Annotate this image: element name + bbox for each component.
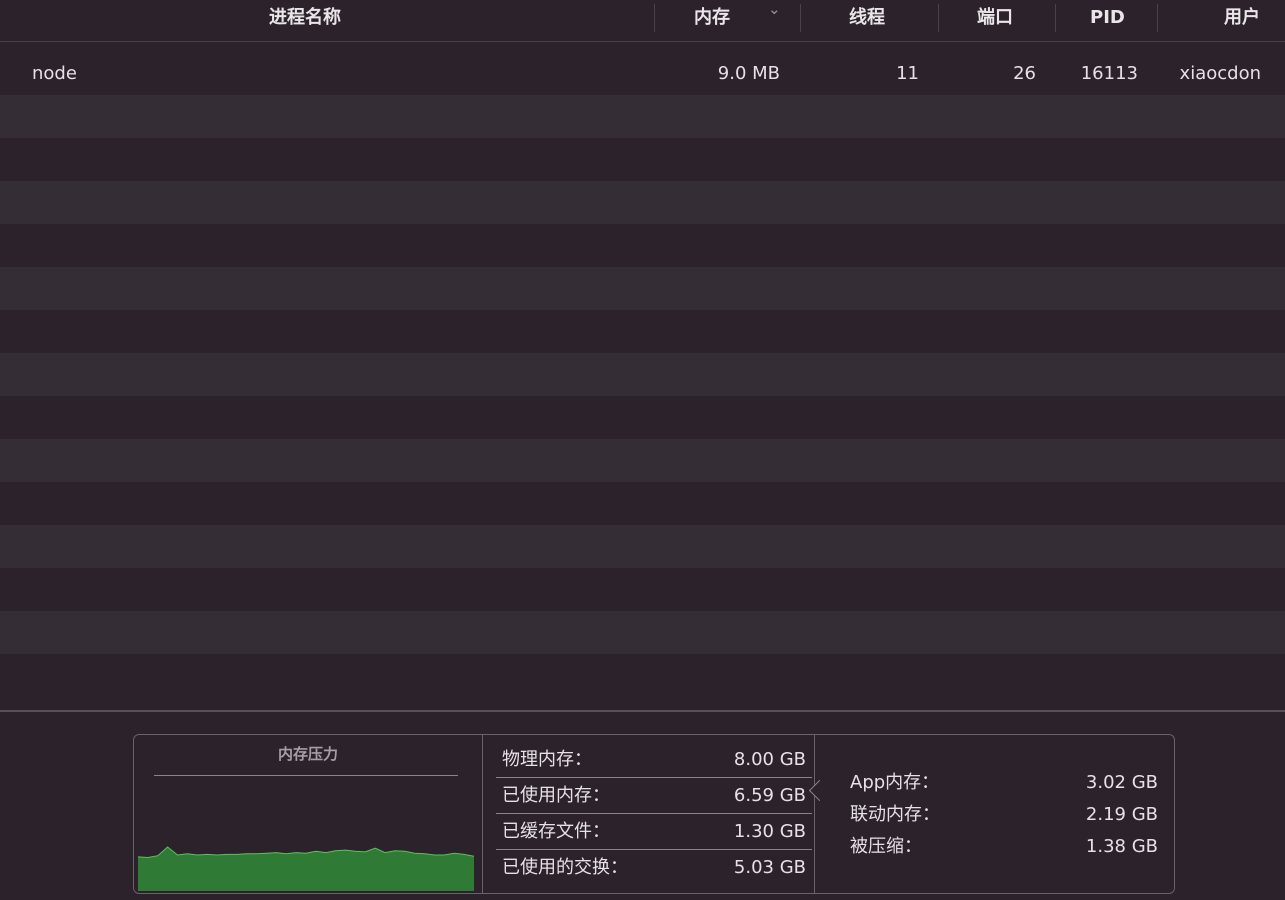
empty-row <box>0 138 1285 181</box>
memory-pressure-section: 内存压力 <box>134 735 483 893</box>
column-divider[interactable] <box>800 4 801 32</box>
column-divider[interactable] <box>1157 4 1158 32</box>
sort-descending-icon[interactable]: ⌄ <box>768 0 781 18</box>
stat-label: 联动内存： <box>850 804 940 825</box>
empty-row <box>0 310 1285 353</box>
pid-cell: 16113 <box>1080 63 1138 84</box>
column-header-pid[interactable]: PID <box>1090 0 1125 36</box>
column-divider[interactable] <box>654 4 655 32</box>
empty-row <box>0 568 1285 611</box>
column-header-threads[interactable]: 线程 <box>849 0 885 36</box>
column-divider[interactable] <box>1055 4 1056 32</box>
stat-value: 3.02 GB <box>1085 772 1158 793</box>
process-name-cell: node <box>32 63 77 84</box>
memory-cell: 9.0 MB <box>717 63 780 84</box>
empty-row <box>0 181 1285 224</box>
column-header-process-name[interactable]: 进程名称 <box>269 0 341 36</box>
empty-row <box>0 224 1285 267</box>
ports-cell: 26 <box>1013 63 1036 84</box>
empty-row <box>0 439 1285 482</box>
stat-swap-used: 已使用的交换： 5.03 GB <box>496 851 812 885</box>
stat-value: 1.30 GB <box>733 821 806 842</box>
stat-cached-files: 已缓存文件： 1.30 GB <box>496 815 812 850</box>
threads-cell: 11 <box>896 63 919 84</box>
stat-label: 已缓存文件： <box>502 821 610 842</box>
memory-pressure-rule <box>154 775 458 776</box>
stat-label: 已使用的交换： <box>502 857 628 878</box>
split-divider[interactable] <box>0 710 1285 712</box>
empty-row <box>0 611 1285 654</box>
stat-label: 被压缩： <box>850 836 922 857</box>
wired-memory-row: 联动内存： 2.19 GB <box>850 799 1158 831</box>
stat-value: 2.19 GB <box>1085 804 1158 825</box>
stat-label: App内存： <box>850 772 940 793</box>
empty-row <box>0 396 1285 439</box>
stat-label: 已使用内存： <box>502 785 610 806</box>
table-header: 进程名称 内存 ⌄ 线程 端口 PID 用户 <box>0 0 1285 42</box>
stat-used-memory: 已使用内存： 6.59 GB <box>496 779 812 814</box>
compressed-memory-row: 被压缩： 1.38 GB <box>850 831 1158 863</box>
table-row[interactable]: node 9.0 MB 11 26 16113 xiaocdon <box>0 52 1285 95</box>
process-table: node 9.0 MB 11 26 16113 xiaocdon <box>0 52 1285 702</box>
column-divider[interactable] <box>938 4 939 32</box>
stat-value: 6.59 GB <box>733 785 806 806</box>
stat-value: 1.38 GB <box>1085 836 1158 857</box>
column-header-memory[interactable]: 内存 <box>694 0 730 36</box>
stat-value: 8.00 GB <box>733 749 806 770</box>
memory-pressure-graph <box>138 846 474 891</box>
empty-row <box>0 95 1285 138</box>
app-memory-breakdown: App内存： 3.02 GB 联动内存： 2.19 GB 被压缩： 1.38 G… <box>826 735 1174 893</box>
memory-pressure-title: 内存压力 <box>277 745 338 763</box>
stat-value: 5.03 GB <box>733 857 806 878</box>
memory-summary-panel: 内存压力 物理内存： 8.00 GB 已使用内存： 6.59 GB 已缓存文件：… <box>133 734 1175 894</box>
empty-row <box>0 654 1285 697</box>
column-header-user[interactable]: 用户 <box>1224 0 1260 36</box>
empty-row <box>0 353 1285 396</box>
app-memory-row: App内存： 3.02 GB <box>850 767 1158 799</box>
stat-physical-memory: 物理内存： 8.00 GB <box>496 743 812 778</box>
stat-label: 物理内存： <box>502 749 592 770</box>
memory-stats-section: 物理内存： 8.00 GB 已使用内存： 6.59 GB 已缓存文件： 1.30… <box>482 735 815 893</box>
empty-row <box>0 267 1285 310</box>
column-header-ports[interactable]: 端口 <box>977 0 1013 36</box>
empty-row <box>0 482 1285 525</box>
empty-row <box>0 525 1285 568</box>
user-cell: xiaocdon <box>1179 63 1261 84</box>
